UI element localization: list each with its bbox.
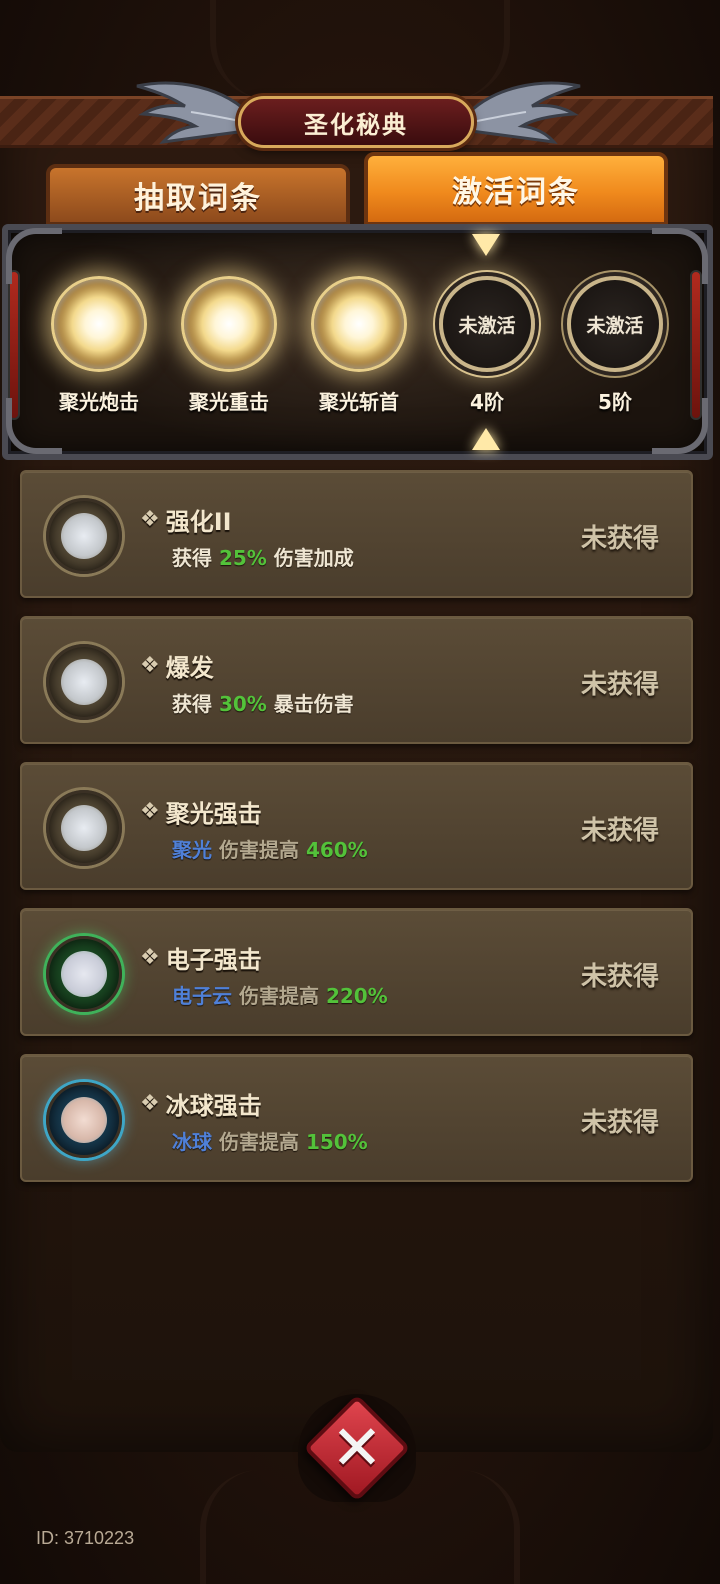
perk-status: 未获得 — [580, 524, 659, 554]
perk-row[interactable]: ❖ 聚光强击 聚光 伤害提高 460% 未获得 — [20, 762, 693, 890]
perk-status: 未获得 — [580, 816, 659, 846]
diamond-icon: ❖ — [140, 799, 160, 824]
gold-orb-icon — [46, 644, 122, 720]
diamond-icon: ❖ — [140, 1091, 160, 1116]
diamond-icon: ❖ — [140, 507, 160, 532]
perk-description: 获得 30% 暴击伤害 — [172, 692, 354, 716]
player-id: ID: 3710223 — [36, 1528, 135, 1548]
slot-label: 聚光斩首 — [319, 390, 399, 414]
light-orb-icon — [51, 276, 147, 372]
diamond-icon: ❖ — [140, 653, 160, 678]
perk-row[interactable]: ❖ 电子强击 电子云 伤害提高 220% 未获得 — [20, 908, 693, 1036]
perk-description: 获得 25% 伤害加成 — [172, 546, 354, 570]
perk-title: ❖ 强化II — [140, 507, 232, 536]
locked-orb-icon: 未激活 — [439, 276, 535, 372]
perk-description: 冰球 伤害提高 150% — [172, 1130, 368, 1154]
slot-label: 聚光炮击 — [59, 390, 139, 414]
slot-label: 5阶 — [598, 390, 632, 414]
slot-tier-3[interactable]: 聚光斩首 — [304, 276, 414, 416]
left-wing-icon — [136, 81, 255, 144]
slot-tier-1[interactable]: 聚光炮击 — [44, 276, 154, 416]
page-title: 圣化秘典 — [238, 96, 474, 148]
tab-activate-perks[interactable]: 激活词条 — [364, 152, 668, 226]
perk-description: 聚光 伤害提高 460% — [172, 838, 368, 862]
blue-orb-icon — [46, 1082, 122, 1158]
selection-arrow-top-icon — [472, 234, 500, 256]
locked-orb-icon: 未激活 — [567, 276, 663, 372]
selection-arrow-bottom-icon — [472, 428, 500, 450]
light-orb-icon — [181, 276, 277, 372]
perk-title: ❖ 冰球强击 — [140, 1091, 262, 1120]
diamond-icon: ❖ — [140, 945, 160, 970]
slot-label: 聚光重击 — [189, 390, 269, 414]
gold-orb-icon — [46, 790, 122, 866]
close-button[interactable]: ✕ — [303, 1394, 411, 1502]
slot-label: 4阶 — [470, 390, 504, 414]
perk-row[interactable]: ❖ 强化II 获得 25% 伤害加成 未获得 — [20, 470, 693, 598]
perk-status: 未获得 — [580, 1108, 659, 1138]
perk-title: ❖ 电子强击 — [140, 945, 262, 974]
perk-description: 电子云 伤害提高 220% — [172, 984, 388, 1008]
perk-row[interactable]: ❖ 爆发 获得 30% 暴击伤害 未获得 — [20, 616, 693, 744]
slot-tier-2[interactable]: 聚光重击 — [174, 276, 284, 416]
light-orb-icon — [311, 276, 407, 372]
green-orb-icon — [46, 936, 122, 1012]
perk-status: 未获得 — [580, 962, 659, 992]
slot-tier-4[interactable]: 未激活 4阶 — [432, 276, 542, 416]
perk-status: 未获得 — [580, 670, 659, 700]
perk-title: ❖ 爆发 — [140, 653, 214, 682]
tab-draw-perks[interactable]: 抽取词条 — [46, 164, 350, 226]
right-wing-icon — [462, 81, 581, 144]
close-button-holder: ✕ — [298, 1394, 416, 1502]
close-icon: ✕ — [331, 1410, 383, 1484]
slot-state-text: 未激活 — [586, 314, 644, 337]
gold-orb-icon — [46, 498, 122, 574]
perk-row[interactable]: ❖ 冰球强击 冰球 伤害提高 150% 未获得 — [20, 1054, 693, 1182]
slot-state-text: 未激活 — [458, 314, 516, 337]
perk-title: ❖ 聚光强击 — [140, 799, 262, 828]
slot-tier-5[interactable]: 未激活 5阶 — [560, 276, 670, 416]
